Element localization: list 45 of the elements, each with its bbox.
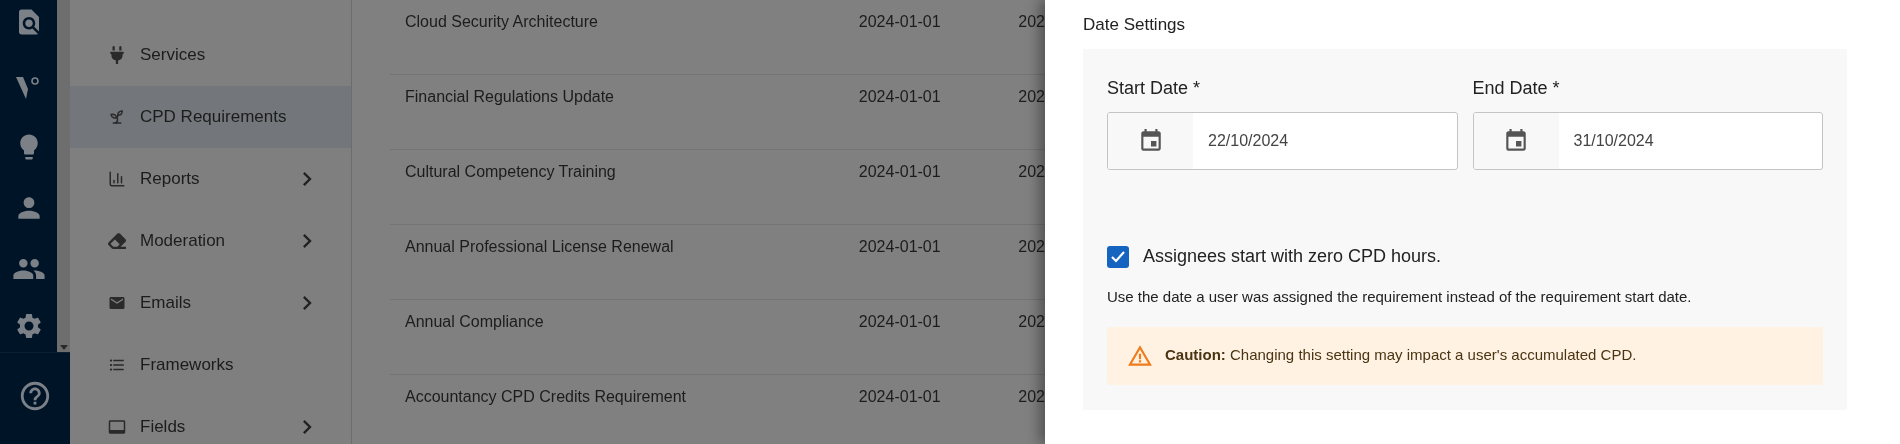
table-cell-text: 2024-01-01 [858, 12, 942, 32]
table-cell-text: 202 [1018, 312, 1045, 332]
caution-text: Caution: Changing this setting may impact a user's accumulated CPD. [1165, 345, 1637, 366]
sidebar-item[interactable]: Frameworks [70, 334, 351, 396]
logo-icon[interactable] [15, 77, 42, 99]
sidebar-item[interactable]: CPD Requirements [70, 86, 351, 148]
table-cell-text: Cloud Security Architecture [404, 12, 599, 32]
field-label: End Date * [1472, 77, 1561, 100]
table-cell-text: Accountancy CPD Credits Requirement [404, 387, 687, 407]
table-cell-text: Cultural Competency Training [404, 162, 617, 182]
sidebar-item[interactable]: Reports [70, 148, 351, 210]
section-title: Date Settings [1083, 14, 1187, 36]
checkbox[interactable] [1107, 245, 1129, 268]
scroll-down-icon[interactable] [59, 345, 68, 350]
sprout-icon [108, 108, 126, 126]
table-cell-text: 2024-01-01 [858, 87, 942, 107]
table-cell-text: 202 [1018, 87, 1045, 107]
field-label: Start Date * [1107, 77, 1202, 100]
eraser-icon [108, 232, 126, 250]
plug-icon [108, 46, 126, 64]
table-cell-text: Financial Regulations Update [404, 87, 615, 107]
table-cell-text: 202 [1018, 237, 1045, 257]
bar-chart-icon [108, 170, 126, 188]
table-cell-text: Annual Professional License Renewal [404, 237, 675, 257]
table-cell-text: 202 [1018, 387, 1045, 407]
checkbox-label: Assignees start with zero CPD hours. [1143, 245, 1442, 268]
date-field[interactable]: 31/10/2024 [1472, 112, 1823, 170]
scrollbar[interactable] [57, 0, 70, 352]
sidebar-item[interactable]: Emails [70, 272, 351, 334]
table-cell-text: Annual Compliance [404, 312, 545, 332]
calendar-icon[interactable] [1503, 128, 1529, 154]
date-field[interactable]: 22/10/2024 [1107, 112, 1458, 170]
table-cell-text: 2024-01-01 [858, 237, 942, 257]
helper-text: Use the date a user was assigned the requirement instead of the requirement start date. [1107, 287, 1693, 307]
sidebar-item[interactable]: Services [70, 24, 351, 86]
table-cell-text: 202 [1018, 12, 1045, 32]
sidebar-item[interactable]: Moderation [70, 210, 351, 272]
table-cell-text: 2024-01-01 [858, 162, 942, 182]
table-cell-text: 2024-01-01 [858, 387, 942, 407]
help-icon[interactable] [18, 379, 52, 413]
table-cell-text: 2024-01-01 [858, 312, 942, 332]
form-icon [108, 418, 126, 436]
envelope-icon [108, 294, 126, 312]
table-cell-text: 202 [1018, 162, 1045, 182]
sidebar-item[interactable]: Fields [70, 396, 351, 444]
